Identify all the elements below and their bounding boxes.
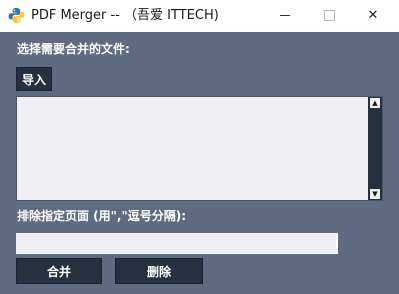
window-title: PDF Merger -- （吾爱 ITTECH) (31, 8, 219, 23)
python-icon (8, 8, 25, 23)
scroll-down-icon[interactable]: ▼ (370, 189, 380, 199)
app-window: PDF Merger -- （吾爱 ITTECH) ✕ 选择需要合并的文件: 导… (0, 0, 399, 294)
maximize-icon (323, 10, 335, 21)
close-icon: ✕ (367, 8, 379, 23)
close-button[interactable]: ✕ (351, 0, 395, 31)
title-bar[interactable]: PDF Merger -- （吾爱 ITTECH) ✕ (0, 0, 399, 32)
exclude-pages-input[interactable] (16, 233, 338, 254)
minimize-icon (280, 15, 290, 16)
scroll-up-icon[interactable]: ▲ (370, 98, 380, 108)
delete-button[interactable]: 删除 (115, 258, 203, 284)
merge-button[interactable]: 合并 (16, 258, 102, 284)
file-listbox[interactable] (16, 96, 383, 201)
exclude-pages-label: 排除指定页面 (用","逗号分隔): (17, 209, 187, 223)
minimize-button[interactable] (263, 0, 307, 31)
main-panel: 选择需要合并的文件: 导入 ▲ ▼ 排除指定页面 (用","逗号分隔): 合并 … (0, 32, 399, 294)
files-label: 选择需要合并的文件: (17, 42, 130, 56)
maximize-button[interactable] (307, 0, 351, 31)
file-list-scrollbar[interactable]: ▲ ▼ (368, 97, 382, 200)
import-button[interactable]: 导入 (16, 67, 52, 91)
